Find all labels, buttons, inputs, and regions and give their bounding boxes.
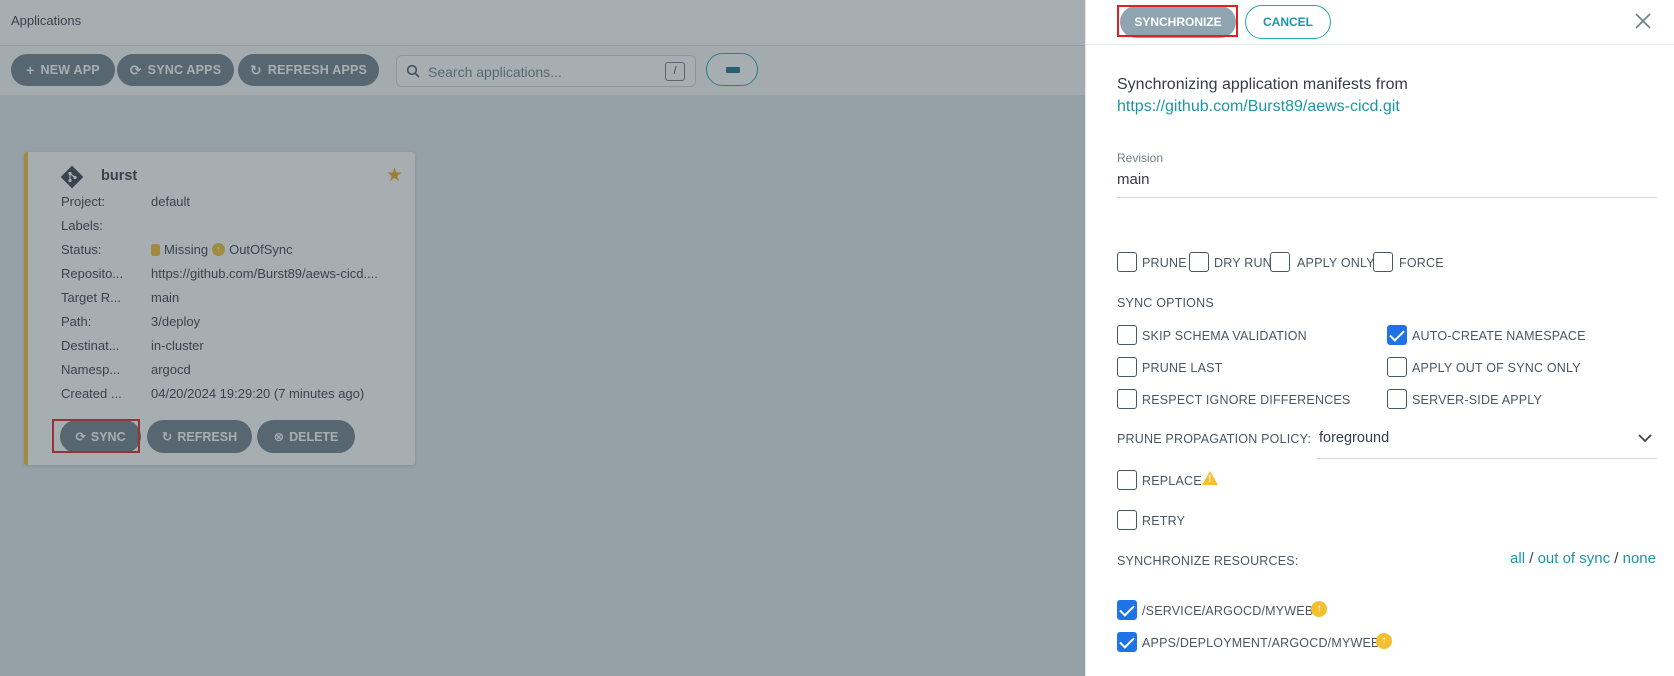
separator: / [1525,550,1538,567]
replace-checkbox[interactable] [1117,470,1137,490]
modal-backdrop[interactable] [0,0,1085,676]
prune-propagation-policy-select[interactable]: foreground [1317,422,1657,459]
auto-create-namespace-checkbox[interactable] [1387,325,1407,345]
separator: / [1610,550,1623,567]
out-of-sync-icon: ↑ [1376,633,1392,649]
out-of-sync-icon: ↑ [1311,601,1327,617]
replace-label: REPLACE [1142,474,1202,488]
server-side-apply-checkbox[interactable] [1387,389,1407,409]
repo-url-link[interactable]: https://github.com/Burst89/aews-cicd.git [1117,98,1400,116]
close-icon[interactable] [1631,9,1655,33]
resource-deployment-checkbox[interactable] [1117,632,1137,652]
prune-policy-value: foreground [1319,430,1390,446]
skip-schema-validation-label: SKIP SCHEMA VALIDATION [1142,329,1307,343]
select-none-link[interactable]: none [1623,550,1656,567]
resource-service-label: /SERVICE/ARGOCD/MYWEB [1142,604,1314,618]
apply-only-label: APPLY ONLY [1297,256,1375,270]
sync-intro-text: Synchronizing application manifests from [1117,76,1408,93]
revision-value[interactable]: main [1117,171,1150,188]
resource-select-links: all / out of sync / none [1510,550,1656,567]
sync-options-title: SYNC OPTIONS [1117,296,1214,310]
prune-checkbox[interactable] [1117,252,1137,272]
skip-schema-validation-checkbox[interactable] [1117,325,1137,345]
revision-underline [1117,197,1657,198]
respect-ignore-differences-label: RESPECT IGNORE DIFFERENCES [1142,393,1351,407]
apply-out-of-sync-only-checkbox[interactable] [1387,357,1407,377]
server-side-apply-label: SERVER-SIDE APPLY [1412,393,1543,407]
apply-out-of-sync-only-label: APPLY OUT OF SYNC ONLY [1412,361,1581,375]
synchronize-resources-label: SYNCHRONIZE RESOURCES: [1117,554,1299,568]
force-checkbox[interactable] [1373,252,1393,272]
respect-ignore-differences-checkbox[interactable] [1117,389,1137,409]
select-all-link[interactable]: all [1510,550,1525,567]
retry-label: RETRY [1142,514,1186,528]
warning-mark: ! [1208,474,1212,485]
resource-deployment-label: APPS/DEPLOYMENT/ARGOCD/MYWEB [1142,636,1380,650]
dry-run-label: DRY RUN [1214,256,1272,270]
select-out-of-sync-link[interactable]: out of sync [1538,550,1611,567]
prune-last-checkbox[interactable] [1117,357,1137,377]
prune-last-label: PRUNE LAST [1142,361,1223,375]
retry-checkbox[interactable] [1117,510,1137,530]
prune-label: PRUNE [1142,256,1187,270]
dry-run-checkbox[interactable] [1189,252,1209,272]
revision-label: Revision [1117,151,1164,165]
auto-create-namespace-label: AUTO-CREATE NAMESPACE [1412,329,1586,343]
force-label: FORCE [1399,256,1444,270]
cancel-button[interactable]: CANCEL [1245,5,1331,39]
prune-propagation-policy-label: PRUNE PROPAGATION POLICY: [1117,432,1312,446]
apply-only-checkbox[interactable] [1270,252,1290,272]
chevron-down-icon [1638,434,1652,443]
synchronize-highlight [1117,5,1238,37]
resource-service-checkbox[interactable] [1117,600,1137,620]
sync-panel: SYNCHRONIZE CANCEL Synchronizing applica… [1085,0,1674,676]
